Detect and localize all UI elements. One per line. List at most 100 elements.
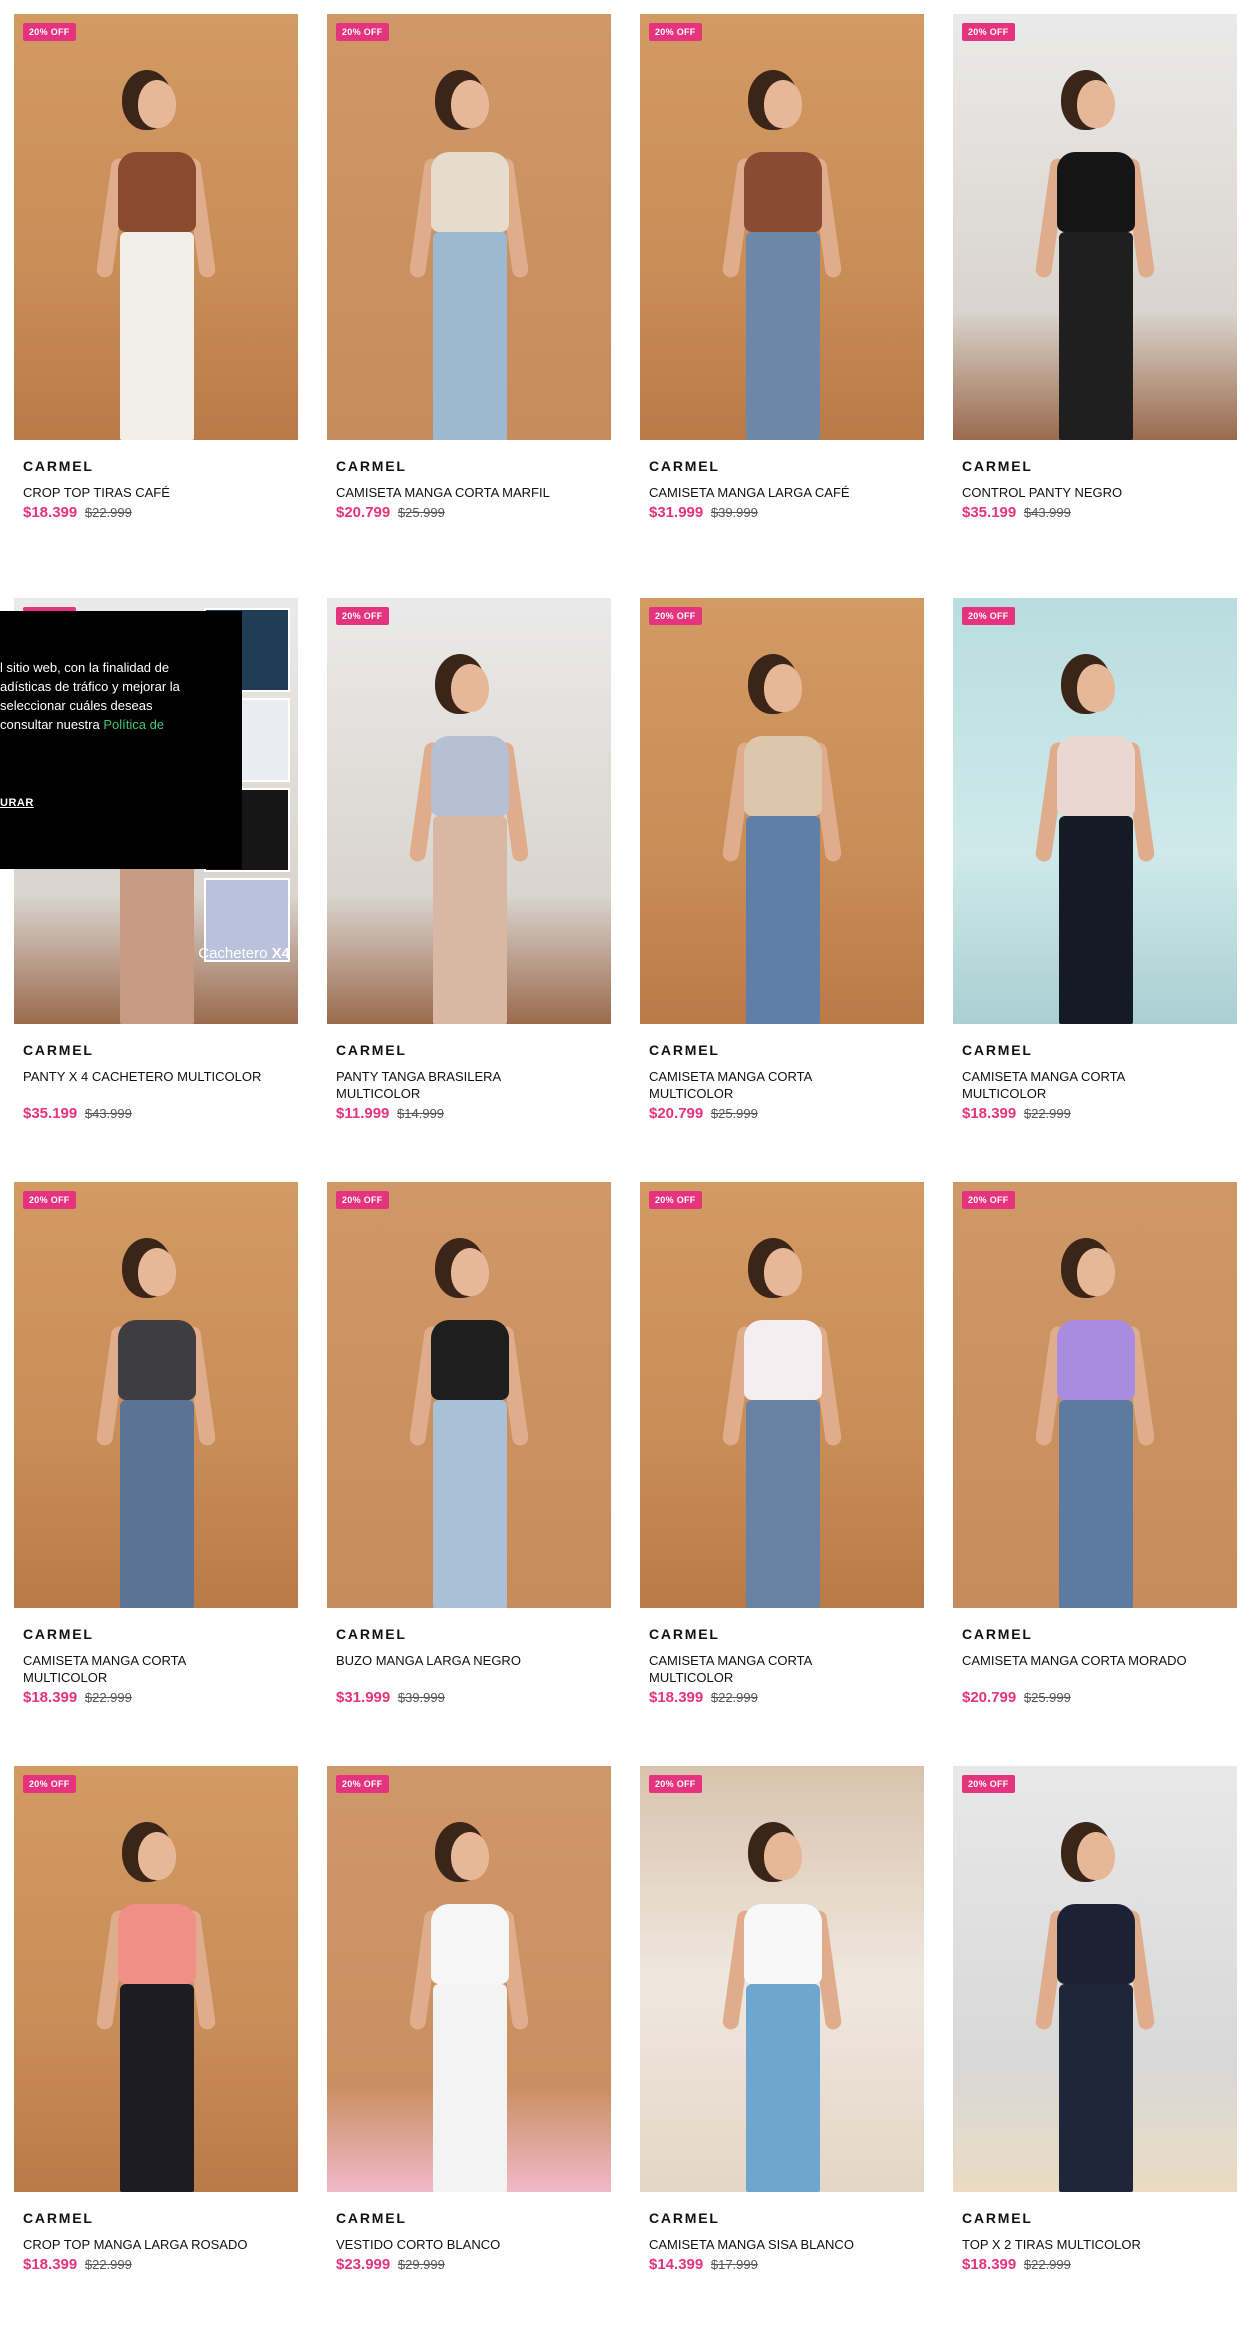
- discount-badge: 20% OFF: [649, 607, 702, 625]
- model-figure: [408, 644, 530, 1024]
- original-price: $22.999: [84, 2257, 132, 2272]
- product-name[interactable]: PANTY TANGA BRASILERA MULTICOLOR: [336, 1068, 576, 1102]
- product-card[interactable]: 20% OFF CARMEL CAMISETA MANGA CORTA MULT…: [953, 598, 1237, 1182]
- product-prices: $20.799 $25.999: [649, 1105, 915, 1122]
- product-image[interactable]: 20% OFF: [953, 598, 1237, 1024]
- sale-price: $20.799: [962, 1689, 1017, 1706]
- sale-price: $35.199: [962, 504, 1017, 521]
- product-prices: $18.399 $22.999: [23, 2256, 289, 2273]
- sale-price: $18.399: [962, 1105, 1017, 1122]
- product-card[interactable]: 20% OFF CARMEL BUZO MANGA LARGA NEGRO $3…: [327, 1182, 611, 1766]
- product-brand: CARMEL: [23, 2210, 94, 2226]
- product-name[interactable]: CAMISETA MANGA CORTA MULTICOLOR: [23, 1652, 263, 1686]
- product-brand: CARMEL: [962, 458, 1033, 474]
- product-image[interactable]: 20% OFF: [953, 1766, 1237, 2192]
- model-figure: [721, 1812, 843, 2192]
- discount-badge: 20% OFF: [962, 1191, 1015, 1209]
- product-image[interactable]: 20% OFF: [14, 14, 298, 440]
- product-card[interactable]: 20% OFF CARMEL CAMISETA MANGA CORTA MULT…: [14, 1182, 298, 1766]
- product-image[interactable]: 20% OFF: [640, 14, 924, 440]
- product-prices: $18.399 $22.999: [649, 1689, 915, 1706]
- product-name[interactable]: CONTROL PANTY NEGRO: [962, 484, 1202, 501]
- product-card[interactable]: 20% OFF CARMEL VESTIDO CORTO BLANCO $23.…: [327, 1766, 611, 2350]
- product-image[interactable]: 20% OFF: [14, 1182, 298, 1608]
- discount-badge: 20% OFF: [23, 1191, 76, 1209]
- model-figure: [1034, 60, 1156, 440]
- original-price: $25.999: [1023, 1690, 1071, 1705]
- product-name[interactable]: CAMISETA MANGA CORTA MARFIL: [336, 484, 576, 501]
- product-card[interactable]: 20% OFF CARMEL CAMISETA MANGA CORTA MORA…: [953, 1182, 1237, 1766]
- discount-badge: 20% OFF: [23, 1775, 76, 1793]
- cookie-banner: l sitio web, con la finalidad de adístic…: [0, 611, 242, 869]
- original-price: $22.999: [84, 1690, 132, 1705]
- product-prices: $31.999 $39.999: [336, 1689, 602, 1706]
- product-image[interactable]: 20% OFF: [953, 1182, 1237, 1608]
- discount-badge: 20% OFF: [336, 23, 389, 41]
- product-prices: $35.199 $43.999: [962, 504, 1228, 521]
- product-card[interactable]: 20% OFF CARMEL CAMISETA MANGA CORTA MARF…: [327, 14, 611, 598]
- product-image[interactable]: 20% OFF: [327, 598, 611, 1024]
- product-card[interactable]: 20% OFF CARMEL TOP X 2 TIRAS MULTICOLOR …: [953, 1766, 1237, 2350]
- product-name[interactable]: CAMISETA MANGA CORTA MORADO: [962, 1652, 1202, 1686]
- original-price: $29.999: [397, 2257, 445, 2272]
- product-card[interactable]: 20% OFF CARMEL CAMISETA MANGA CORTA MULT…: [640, 598, 924, 1182]
- discount-badge: 20% OFF: [336, 607, 389, 625]
- discount-badge: 20% OFF: [23, 23, 76, 41]
- product-brand: CARMEL: [649, 1626, 720, 1642]
- product-name[interactable]: CAMISETA MANGA SISA BLANCO: [649, 2236, 889, 2253]
- model-figure: [408, 60, 530, 440]
- discount-badge: 20% OFF: [962, 607, 1015, 625]
- product-image[interactable]: 20% OFF: [953, 14, 1237, 440]
- product-name[interactable]: CAMISETA MANGA CORTA MULTICOLOR: [962, 1068, 1202, 1102]
- original-price: $25.999: [397, 505, 445, 520]
- cookie-policy-link[interactable]: Política de: [103, 717, 164, 732]
- original-price: $17.999: [710, 2257, 758, 2272]
- product-prices: $18.399 $22.999: [962, 2256, 1228, 2273]
- product-image[interactable]: 20% OFF: [14, 1766, 298, 2192]
- sale-price: $20.799: [649, 1105, 704, 1122]
- sale-price: $20.799: [336, 504, 391, 521]
- product-name[interactable]: CAMISETA MANGA CORTA MULTICOLOR: [649, 1652, 889, 1686]
- product-image[interactable]: 20% OFF: [640, 1766, 924, 2192]
- original-price: $39.999: [710, 505, 758, 520]
- original-price: $25.999: [710, 1106, 758, 1121]
- product-card[interactable]: 20% OFF CARMEL CROP TOP MANGA LARGA ROSA…: [14, 1766, 298, 2350]
- sale-price: $18.399: [649, 1689, 704, 1706]
- sale-price: $31.999: [336, 1689, 391, 1706]
- product-image[interactable]: 20% OFF: [327, 14, 611, 440]
- model-figure: [408, 1812, 530, 2192]
- product-name[interactable]: VESTIDO CORTO BLANCO: [336, 2236, 576, 2253]
- product-card[interactable]: 20% OFF CARMEL CAMISETA MANGA CORTA MULT…: [640, 1182, 924, 1766]
- product-image[interactable]: 20% OFF: [327, 1766, 611, 2192]
- product-image[interactable]: 20% OFF: [640, 598, 924, 1024]
- product-prices: $31.999 $39.999: [649, 504, 915, 521]
- cookie-configure-link[interactable]: URAR: [0, 794, 34, 813]
- original-price: $22.999: [710, 1690, 758, 1705]
- product-brand: CARMEL: [962, 1626, 1033, 1642]
- product-image[interactable]: 20% OFF: [640, 1182, 924, 1608]
- product-brand: CARMEL: [336, 1626, 407, 1642]
- product-image[interactable]: 20% OFF: [327, 1182, 611, 1608]
- product-brand: CARMEL: [336, 458, 407, 474]
- model-figure: [1034, 1228, 1156, 1608]
- product-name[interactable]: CROP TOP MANGA LARGA ROSADO: [23, 2236, 263, 2253]
- product-name[interactable]: BUZO MANGA LARGA NEGRO: [336, 1652, 576, 1686]
- original-price: $39.999: [397, 1690, 445, 1705]
- product-prices: $11.999 $14.999: [336, 1105, 602, 1122]
- sale-price: $18.399: [962, 2256, 1017, 2273]
- product-name[interactable]: TOP X 2 TIRAS MULTICOLOR: [962, 2236, 1202, 2253]
- product-name[interactable]: CAMISETA MANGA CORTA MULTICOLOR: [649, 1068, 889, 1102]
- product-card[interactable]: 20% OFF CARMEL CROP TOP TIRAS CAFÉ $18.3…: [14, 14, 298, 598]
- product-card[interactable]: 20% OFF CARMEL PANTY TANGA BRASILERA MUL…: [327, 598, 611, 1182]
- product-card[interactable]: 20% OFF CARMEL CAMISETA MANGA SISA BLANC…: [640, 1766, 924, 2350]
- sale-price: $18.399: [23, 504, 78, 521]
- collage-label: Cachetero X4: [198, 945, 290, 962]
- product-card[interactable]: 20% OFF CARMEL CONTROL PANTY NEGRO $35.1…: [953, 14, 1237, 598]
- product-name[interactable]: CAMISETA MANGA LARGA CAFÉ: [649, 484, 889, 501]
- product-brand: CARMEL: [962, 2210, 1033, 2226]
- product-prices: $18.399 $22.999: [23, 504, 289, 521]
- product-name[interactable]: CROP TOP TIRAS CAFÉ: [23, 484, 263, 501]
- product-grid: 20% OFF CARMEL CROP TOP TIRAS CAFÉ $18.3…: [14, 14, 1237, 2350]
- product-name[interactable]: PANTY X 4 CACHETERO MULTICOLOR: [23, 1068, 263, 1102]
- product-card[interactable]: 20% OFF CARMEL CAMISETA MANGA LARGA CAFÉ…: [640, 14, 924, 598]
